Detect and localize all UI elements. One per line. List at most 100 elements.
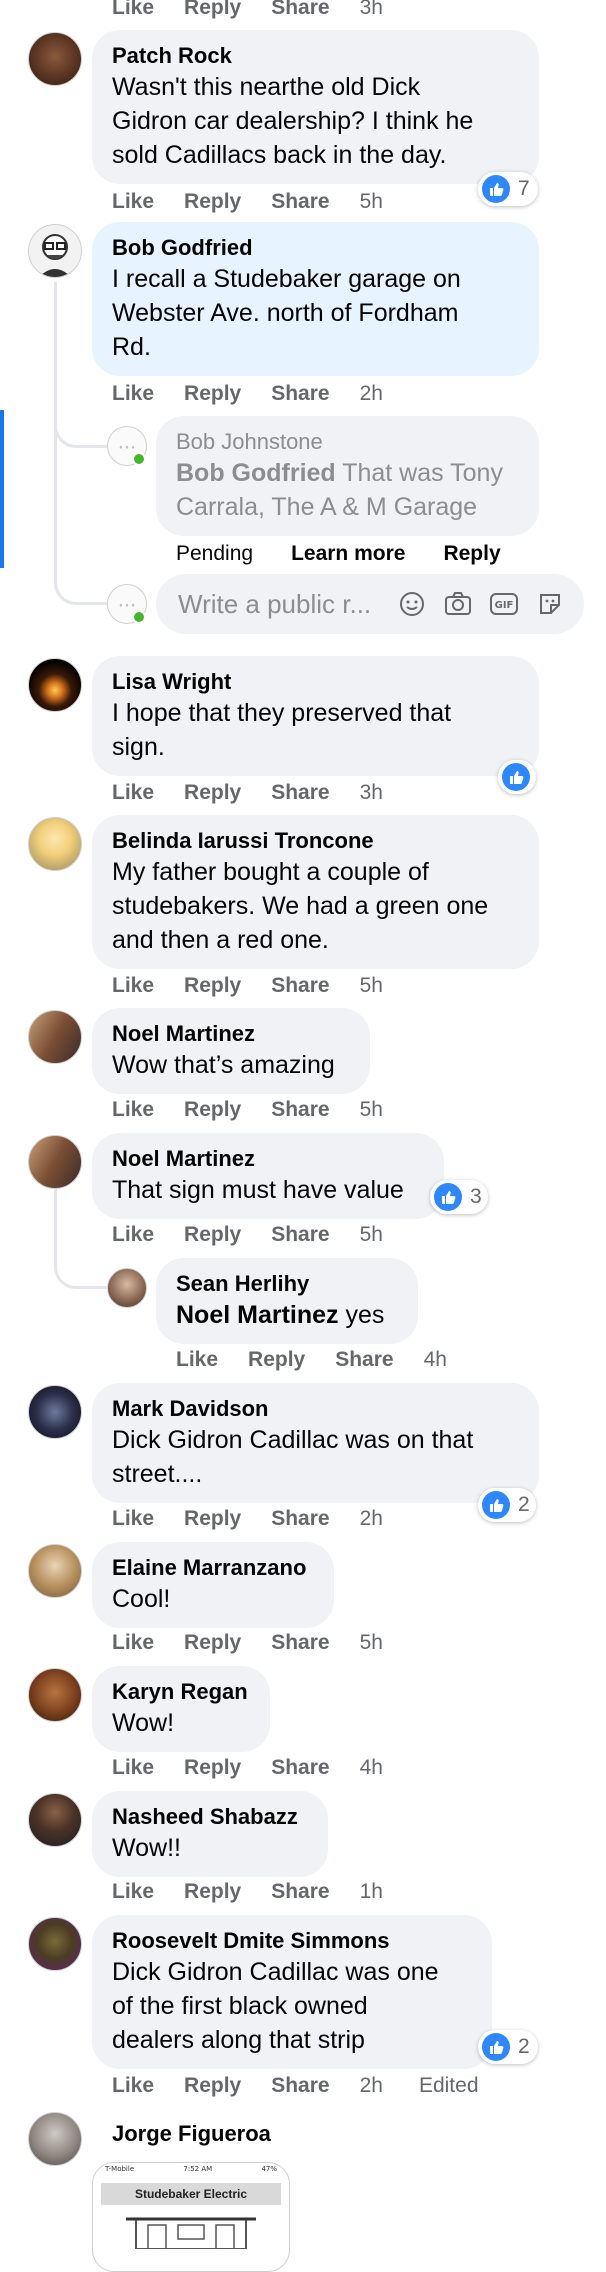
comment-author[interactable]: Lisa Wright — [112, 668, 519, 696]
timestamp: 5h — [359, 1098, 383, 1121]
avatar[interactable] — [28, 1668, 82, 1722]
share-button[interactable]: Share — [271, 781, 329, 804]
share-button[interactable]: Share — [271, 0, 329, 19]
avatar[interactable] — [28, 1010, 82, 1064]
reply-button[interactable]: Reply — [184, 781, 241, 804]
like-button[interactable]: Like — [112, 1880, 154, 1903]
like-button[interactable]: Like — [112, 0, 154, 19]
reaction-badge[interactable]: 7 — [478, 172, 538, 206]
reply-input-placeholder[interactable]: Write a public r... — [178, 589, 396, 620]
comment-author[interactable]: Patch Rock — [112, 42, 519, 70]
like-button[interactable]: Like — [112, 382, 154, 405]
comment-author[interactable]: Bob Godfried — [112, 234, 519, 262]
avatar[interactable] — [28, 817, 82, 871]
like-button[interactable]: Like — [176, 1348, 218, 1371]
comment-author[interactable]: Karyn Regan — [112, 1678, 250, 1706]
share-button[interactable]: Share — [271, 1223, 329, 1246]
timestamp: 2h — [359, 2074, 383, 2097]
avatar[interactable] — [28, 1135, 82, 1189]
comment-text-line: I hope that they preserved that — [112, 699, 452, 727]
mention-tag[interactable]: Bob Godfried — [176, 459, 336, 487]
share-button[interactable]: Share — [271, 190, 329, 213]
reply-button[interactable]: Reply — [184, 974, 241, 997]
share-button[interactable]: Share — [271, 974, 329, 997]
like-button[interactable]: Like — [112, 1756, 154, 1779]
sticker-icon[interactable] — [534, 588, 566, 620]
avatar[interactable] — [28, 224, 82, 278]
like-button[interactable]: Like — [112, 1098, 154, 1121]
gif-icon[interactable]: GIF — [488, 588, 520, 620]
share-button[interactable]: Share — [271, 2074, 329, 2097]
status-bar: T-Mobile 7:52 AM 47% — [93, 2163, 289, 2173]
like-button[interactable]: Like — [112, 190, 154, 213]
avatar[interactable] — [28, 32, 82, 86]
timestamp: 5h — [359, 1631, 383, 1654]
like-button[interactable]: Like — [112, 1631, 154, 1654]
avatar[interactable] — [28, 1385, 82, 1439]
share-button[interactable]: Share — [271, 1631, 329, 1654]
mention-tag[interactable]: Noel Martinez — [176, 1301, 339, 1329]
comment-author[interactable]: Elaine Marranzano — [112, 1554, 314, 1582]
avatar[interactable] — [28, 1917, 82, 1971]
avatar[interactable] — [28, 658, 82, 712]
reply-button[interactable]: Reply — [443, 542, 500, 565]
edited-label[interactable]: Edited — [419, 2074, 479, 2097]
comment-author[interactable]: Belinda Iarussi Troncone — [112, 827, 519, 855]
reaction-count: 7 — [518, 177, 530, 200]
comment-author[interactable]: Sean Herlihy — [176, 1270, 398, 1298]
reply-button[interactable]: Reply — [184, 190, 241, 213]
reply-button[interactable]: Reply — [184, 1507, 241, 1530]
share-button[interactable]: Share — [271, 1756, 329, 1779]
like-button[interactable]: Like — [112, 1507, 154, 1530]
avatar[interactable] — [28, 2112, 82, 2166]
like-button[interactable]: Like — [112, 781, 154, 804]
comment-bubble: Belinda Iarussi Troncone My father bough… — [92, 815, 539, 969]
avatar[interactable] — [28, 1544, 82, 1598]
camera-icon[interactable] — [442, 588, 474, 620]
share-button[interactable]: Share — [271, 1098, 329, 1121]
comment-author[interactable]: Roosevelt Dmite Simmons — [112, 1927, 472, 1955]
share-button[interactable]: Share — [271, 382, 329, 405]
share-button[interactable]: Share — [271, 1507, 329, 1530]
timestamp: 5h — [359, 1223, 383, 1246]
reply-button[interactable]: Reply — [184, 2074, 241, 2097]
like-button[interactable]: Like — [112, 2074, 154, 2097]
avatar[interactable] — [28, 1793, 82, 1847]
comment-author[interactable]: Noel Martinez — [112, 1145, 424, 1173]
comment-author[interactable]: Jorge Figueroa — [112, 2120, 271, 2148]
timestamp: 5h — [359, 974, 383, 997]
comment-author[interactable]: Noel Martinez — [112, 1020, 350, 1048]
share-button[interactable]: Share — [335, 1348, 393, 1371]
emoji-icon[interactable] — [396, 588, 428, 620]
reply-button[interactable]: Reply — [184, 1756, 241, 1779]
reaction-badge[interactable]: 2 — [478, 1488, 536, 1522]
comment-author[interactable]: Nasheed Shabazz — [112, 1803, 308, 1831]
comment-author[interactable]: Mark Davidson — [112, 1395, 519, 1423]
comment-text-line: Bob Godfried That was Tony — [176, 456, 519, 490]
reply-button[interactable]: Reply — [184, 1880, 241, 1903]
reaction-badge[interactable] — [498, 760, 536, 794]
reply-button[interactable]: Reply — [184, 1098, 241, 1121]
thumbs-up-icon — [502, 763, 530, 791]
avatar[interactable] — [107, 1268, 147, 1308]
learn-more-link[interactable]: Learn more — [291, 542, 405, 565]
share-button[interactable]: Share — [271, 1880, 329, 1903]
comment-image[interactable]: T-Mobile 7:52 AM 47% Studebaker Electric — [92, 2162, 290, 2272]
reaction-badge[interactable]: 3 — [430, 1180, 488, 1214]
like-button[interactable]: Like — [112, 974, 154, 997]
comment-text-line: and then a red one. — [112, 926, 329, 954]
reply-button[interactable]: Reply — [184, 1223, 241, 1246]
reply-input[interactable]: Write a public r... GIF — [156, 574, 584, 634]
reply-button[interactable]: Reply — [248, 1348, 305, 1371]
action-row: Like Reply Share 2h — [112, 1507, 413, 1531]
reply-button[interactable]: Reply — [184, 1631, 241, 1654]
action-row: Like Reply Share 2h Edited — [112, 2074, 509, 2098]
like-button[interactable]: Like — [112, 1223, 154, 1246]
timestamp: 5h — [359, 190, 383, 213]
reply-button[interactable]: Reply — [184, 0, 241, 19]
thumbs-up-icon — [482, 1491, 510, 1519]
reaction-badge[interactable]: 2 — [478, 2030, 538, 2064]
comment-text-line: My father bought a couple of — [112, 858, 429, 886]
reply-button[interactable]: Reply — [184, 382, 241, 405]
comment-author[interactable]: Bob Johnstone — [176, 428, 519, 456]
